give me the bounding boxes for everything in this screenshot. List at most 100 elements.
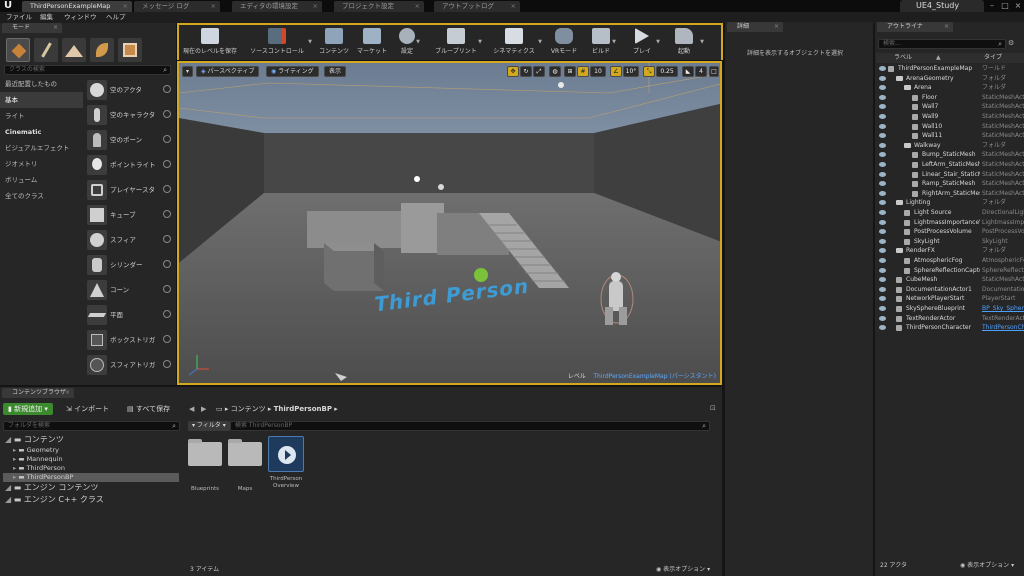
scene-render[interactable] (179, 63, 722, 385)
dropdown-arrow-icon[interactable]: ▼ (656, 39, 660, 45)
paint-mode-button[interactable] (34, 38, 58, 62)
outliner-row[interactable]: Linear_Stair_StaticMeshStaticMeshActor (876, 170, 1024, 180)
outliner-row[interactable]: AtmosphericFog AtmosphericFog (876, 256, 1024, 266)
close-window-icon[interactable]: × (1012, 0, 1024, 12)
outliner-row[interactable]: Floor StaticMeshActor (876, 93, 1024, 103)
info-icon[interactable] (163, 285, 171, 293)
info-icon[interactable] (163, 310, 171, 318)
import-button[interactable]: ⇲ インポート (66, 403, 109, 415)
place-item-empty-character[interactable]: 空のキャラクタ (86, 103, 174, 127)
category-basic[interactable]: 基本 (0, 92, 83, 108)
place-item-plane[interactable]: 平面 (86, 303, 174, 327)
asset-search-input[interactable]: 検索 ThirdPersonBP ⌕ (230, 421, 710, 431)
outliner-row[interactable]: Bump_StaticMesh StaticMeshActor (876, 150, 1024, 160)
tab-modes[interactable]: モード × (2, 23, 62, 33)
place-item-player-start[interactable]: プレイヤースタ (86, 178, 174, 202)
scale-tool-icon[interactable]: ⤢ (533, 66, 545, 77)
save-current-level-button[interactable]: 現在のレベルを保存 (180, 25, 240, 59)
tree-item[interactable]: ◢ ▬ エンジン コンテンツ (3, 482, 179, 494)
viewport-options-button[interactable]: ▾ (182, 66, 193, 77)
menu-help[interactable]: ヘルプ (106, 12, 126, 23)
visibility-eye-icon[interactable] (879, 123, 886, 129)
expand-arrow-icon[interactable]: ◢ (5, 435, 14, 444)
translate-tool-icon[interactable]: ✥ (507, 66, 519, 77)
visibility-eye-icon[interactable] (879, 190, 886, 196)
scale-snap-value[interactable]: 0.25 (656, 66, 678, 77)
visibility-eye-icon[interactable] (879, 133, 886, 139)
outliner-row[interactable]: LightmassImportanceVolumeLightmassImport… (876, 218, 1024, 228)
outliner-row[interactable]: LeftArm_StaticMeshStaticMeshActor (876, 160, 1024, 170)
expand-arrow-icon[interactable]: ◢ (5, 483, 14, 492)
tab-content-browser[interactable]: コンテンツブラウザ × (2, 388, 74, 398)
vr-mode-button[interactable]: VRモード (546, 25, 582, 59)
outliner-row[interactable]: Light Source DirectionalLight (876, 208, 1024, 218)
dropdown-arrow-icon[interactable]: ▼ (416, 39, 420, 45)
menu-file[interactable]: ファイル (6, 12, 32, 23)
visibility-eye-icon[interactable] (879, 258, 886, 263)
close-icon[interactable]: × (774, 22, 779, 32)
category-volumes[interactable]: ボリューム (0, 172, 83, 188)
info-icon[interactable] (163, 235, 171, 243)
close-icon[interactable]: × (65, 388, 70, 398)
outliner-row[interactable]: Wall11 StaticMeshActor (876, 131, 1024, 141)
dropdown-arrow-icon[interactable]: ▼ (308, 39, 312, 45)
geometry-mode-button[interactable] (118, 38, 142, 62)
tab-third-person-example-map[interactable]: ThirdPersonExampleMap × (22, 1, 132, 12)
source-control-button[interactable]: ソースコントロール ▼ (242, 25, 312, 59)
close-icon[interactable]: × (415, 1, 420, 12)
outliner-row[interactable]: Wall10 StaticMeshActor (876, 122, 1024, 132)
tab-details[interactable]: 詳細 × (727, 22, 783, 32)
visibility-eye-icon[interactable] (879, 296, 886, 302)
lighting-button[interactable]: ◉ ライティング (266, 66, 319, 77)
category-recent[interactable]: 最近配置したもの (0, 76, 83, 92)
place-item-cone[interactable]: コーン (86, 278, 174, 302)
place-item-sphere[interactable]: スフィア (86, 228, 174, 252)
class-search-input[interactable]: クラスの検索 ⌕ (4, 65, 171, 75)
outliner-row[interactable]: TextRenderActor TextRenderActor (876, 314, 1024, 324)
category-visual-effects[interactable]: ビジュアルエフェクト (0, 140, 83, 156)
visibility-eye-icon[interactable] (879, 267, 886, 273)
expand-arrow-icon[interactable]: ◢ (5, 495, 14, 504)
visibility-eye-icon[interactable] (879, 229, 886, 235)
info-icon[interactable] (163, 185, 171, 193)
tab-world-outliner[interactable]: アウトライナ × (877, 22, 953, 32)
outliner-row-type[interactable]: ThirdPersonCharacter (982, 323, 1024, 333)
surface-snap-icon[interactable]: ⊞ (564, 66, 576, 77)
world-local-icon[interactable]: ◍ (549, 66, 561, 77)
outliner-row[interactable]: Arena フォルダ (876, 83, 1024, 93)
dropdown-arrow-icon[interactable]: ▼ (612, 39, 616, 45)
place-item-point-light[interactable]: ポイントライト (86, 153, 174, 177)
tab-output-log[interactable]: アウトプットログ × (434, 1, 520, 12)
place-item-empty-actor[interactable]: 空のアクタ (86, 78, 174, 102)
foliage-mode-button[interactable] (90, 38, 114, 62)
place-item-cylinder[interactable]: シリンダー (86, 253, 174, 277)
blueprints-button[interactable]: ブループリント ▼ (430, 25, 482, 59)
visibility-eye-icon[interactable] (879, 325, 886, 331)
outliner-row[interactable]: Ramp_StaticMesh StaticMeshActor (876, 179, 1024, 189)
lock-icon[interactable]: ⊡ (710, 404, 716, 412)
visibility-eye-icon[interactable] (879, 306, 886, 311)
visibility-eye-icon[interactable] (879, 315, 886, 321)
info-icon[interactable] (163, 335, 171, 343)
rotation-snap-icon[interactable]: ∠ (610, 66, 622, 77)
rotation-snap-value[interactable]: 10° (623, 66, 639, 77)
visibility-eye-icon[interactable] (879, 238, 886, 244)
minimize-icon[interactable]: – (986, 0, 998, 12)
tree-item[interactable]: ▸ ▬ ThirdPersonBP (3, 473, 179, 482)
outliner-row[interactable]: Walkway フォルダ (876, 141, 1024, 151)
visibility-eye-icon[interactable] (879, 75, 886, 81)
category-all-classes[interactable]: 全てのクラス (0, 188, 83, 204)
category-lights[interactable]: ライト (0, 108, 83, 124)
scale-snap-icon[interactable]: ⤡ (643, 66, 655, 77)
menu-edit[interactable]: 編集 (40, 12, 53, 23)
dropdown-arrow-icon[interactable]: ▼ (700, 39, 704, 45)
visibility-eye-icon[interactable] (879, 219, 886, 225)
outliner-settings-icon[interactable]: ⚙ (1008, 39, 1020, 49)
filters-button[interactable]: ▾ フィルタ ▾ (188, 421, 230, 431)
outliner-row[interactable]: ThirdPersonExampleMap ワールド (876, 64, 1024, 74)
close-icon[interactable]: × (313, 1, 318, 12)
maximize-icon[interactable]: □ (999, 0, 1011, 12)
category-cinematic[interactable]: Cinematic (0, 124, 83, 140)
visibility-eye-icon[interactable] (879, 200, 886, 206)
tab-message-log[interactable]: メッセージ ログ × (134, 1, 220, 12)
